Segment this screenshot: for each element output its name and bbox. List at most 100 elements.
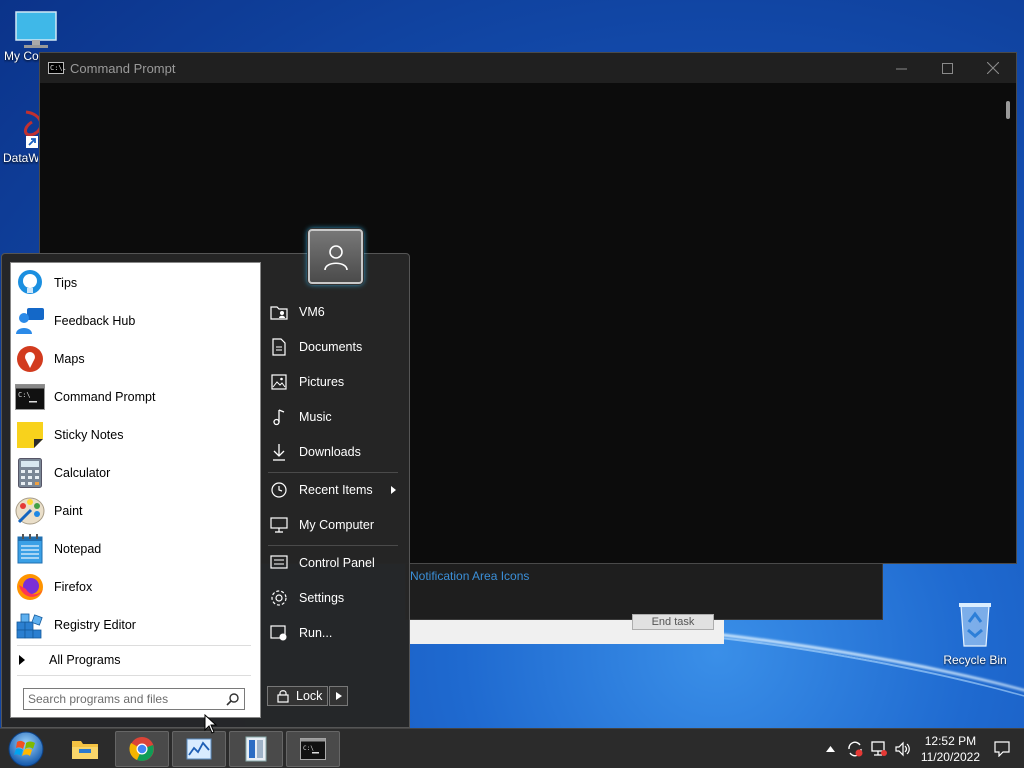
start-item-documents[interactable]: Documents — [266, 333, 402, 361]
program-item-calculator[interactable]: Calculator — [15, 454, 255, 492]
program-item-maps[interactable]: Maps — [15, 340, 255, 378]
feedback-hub-icon — [16, 308, 44, 334]
program-item-registry-editor[interactable]: Registry Editor — [15, 606, 255, 644]
background-window[interactable]: Notification Area Icons — [405, 562, 883, 620]
maximize-button[interactable] — [924, 53, 970, 83]
start-item-recent-items[interactable]: Recent Items — [266, 476, 402, 504]
programs-pane: Tips Feedback Hub Maps C:\ Command Promp… — [10, 262, 261, 718]
tray-clock[interactable]: 12:52 PM 11/20/2022 — [921, 733, 980, 765]
show-hidden-icons-button[interactable] — [819, 737, 843, 761]
start-item-pictures[interactable]: Pictures — [266, 368, 402, 396]
folder-icon — [72, 741, 98, 759]
program-item-firefox[interactable]: Firefox — [15, 568, 255, 606]
lock-icon — [277, 690, 289, 703]
start-item-label: Control Panel — [299, 556, 375, 570]
chevron-up-icon — [826, 746, 836, 752]
program-item-paint[interactable]: Paint — [15, 492, 255, 530]
tray-sync-icon-button[interactable] — [843, 737, 867, 761]
sticky-notes-icon — [17, 422, 43, 448]
computer-icon — [270, 517, 288, 533]
program-label: Maps — [54, 352, 85, 366]
lock-options-button[interactable] — [329, 686, 348, 706]
music-note-icon — [273, 409, 285, 426]
desktop-icon-label: DataWedge — [3, 151, 38, 165]
resource-monitor-icon — [186, 738, 212, 760]
search-icon — [226, 693, 239, 706]
taskbar-settings-app[interactable] — [229, 731, 283, 767]
lock-button[interactable]: Lock — [267, 686, 328, 706]
program-item-sticky-notes[interactable]: Sticky Notes — [15, 416, 255, 454]
minimize-icon — [895, 68, 907, 69]
start-item-control-panel[interactable]: Control Panel — [266, 549, 402, 577]
minimize-button[interactable] — [878, 53, 924, 83]
command-prompt-icon: C:\. — [48, 62, 67, 74]
svg-text:C:\: C:\ — [18, 391, 31, 399]
taskbar-file-explorer[interactable] — [58, 731, 112, 767]
program-item-feedback-hub[interactable]: Feedback Hub — [15, 302, 255, 340]
taskbar-command-prompt[interactable]: C:\ — [286, 731, 340, 767]
notification-center-button[interactable] — [990, 737, 1014, 761]
notepad-icon — [17, 534, 43, 564]
start-item-label: Downloads — [299, 445, 361, 459]
separator — [268, 545, 398, 546]
command-prompt-icon: C:\ — [300, 738, 326, 760]
lock-label: Lock — [296, 689, 323, 703]
start-item-settings[interactable]: Settings — [266, 584, 402, 612]
search-input[interactable] — [24, 690, 226, 708]
all-programs-button[interactable]: All Programs — [19, 650, 121, 670]
notification-icon — [994, 741, 1010, 757]
program-item-tips[interactable]: Tips — [15, 264, 255, 302]
run-icon — [270, 625, 287, 641]
start-item-vm6[interactable]: VM6 — [266, 298, 402, 326]
system-tray: 12:52 PM 11/20/2022 — [819, 729, 1024, 768]
clock-time: 12:52 PM — [924, 734, 977, 748]
end-task-button[interactable]: End task — [632, 614, 714, 630]
start-item-run[interactable]: Run... — [266, 619, 402, 647]
mouse-cursor-icon — [204, 714, 218, 734]
program-label: Calculator — [54, 466, 111, 480]
desktop-icon-label: My Computer — [4, 49, 44, 63]
taskbar-resource-monitor[interactable] — [172, 731, 226, 767]
start-button[interactable] — [6, 730, 46, 768]
program-item-notepad[interactable]: Notepad — [15, 530, 255, 568]
program-label: Command Prompt — [54, 390, 156, 404]
clock-date: 11/20/2022 — [920, 750, 980, 764]
maximize-icon — [941, 62, 953, 74]
start-item-label: Documents — [299, 340, 363, 354]
separator — [268, 472, 398, 473]
program-item-command-prompt[interactable]: C:\ Command Prompt — [15, 378, 255, 416]
window-title: Command Prompt — [70, 60, 176, 76]
download-icon — [273, 444, 285, 461]
tray-network-button[interactable] — [867, 737, 891, 761]
program-label: Paint — [54, 504, 83, 518]
gear-icon — [271, 590, 287, 606]
separator — [17, 675, 251, 676]
notification-area-icons-link[interactable]: Notification Area Icons — [410, 569, 529, 583]
desktop-icon-recycle-bin[interactable]: Recycle Bin — [943, 600, 1007, 667]
chevron-right-icon — [335, 692, 342, 700]
start-item-music[interactable]: Music — [266, 403, 402, 431]
separator — [17, 645, 251, 646]
firefox-icon — [17, 574, 43, 600]
program-label: Registry Editor — [54, 618, 136, 632]
start-item-label: VM6 — [299, 305, 325, 319]
user-avatar[interactable] — [308, 229, 363, 284]
taskbar-chrome[interactable] — [115, 731, 169, 767]
start-item-label: Settings — [299, 591, 345, 605]
program-label: Notepad — [54, 542, 102, 556]
start-item-my-computer[interactable]: My Computer — [266, 511, 402, 539]
scrollbar-thumb[interactable] — [1006, 101, 1010, 119]
program-label: Tips — [54, 276, 78, 290]
close-button[interactable] — [970, 53, 1016, 83]
program-label: Firefox — [54, 580, 93, 594]
registry-editor-icon — [16, 613, 43, 639]
tray-volume-button[interactable] — [891, 737, 915, 761]
chrome-icon — [129, 737, 154, 761]
start-item-downloads[interactable]: Downloads — [266, 438, 402, 466]
monitor-icon — [15, 11, 57, 48]
search-box[interactable] — [23, 688, 245, 710]
panel-app-icon — [245, 736, 267, 762]
svg-text:C:\: C:\ — [303, 745, 314, 752]
title-bar[interactable]: C:\. Command Prompt — [40, 53, 1016, 83]
user-icon — [323, 244, 348, 270]
